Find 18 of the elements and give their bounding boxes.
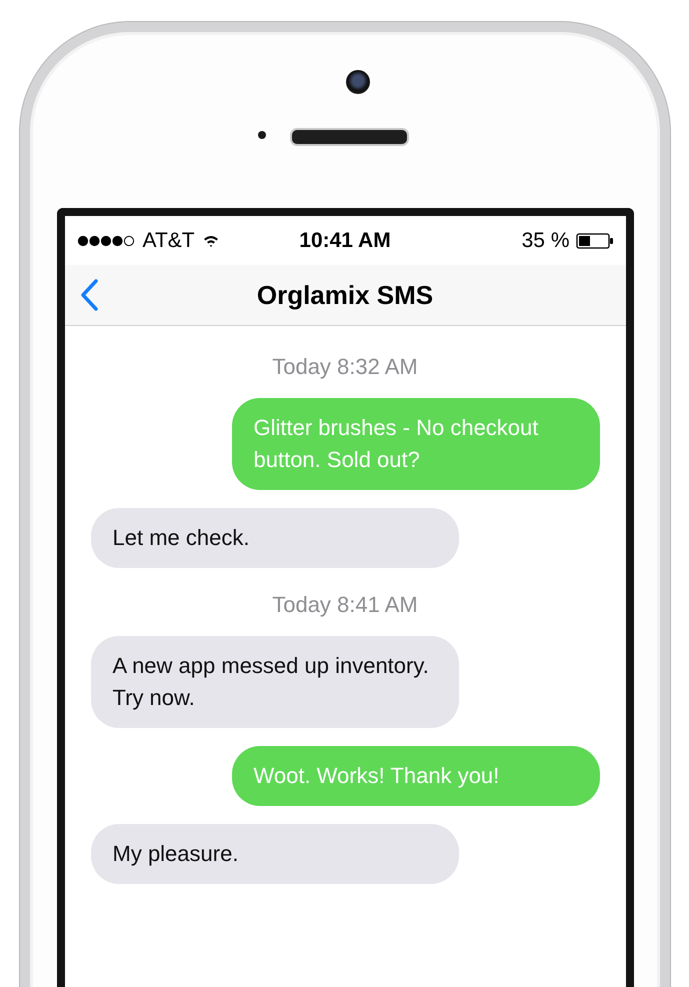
received-message-bubble: Let me check.: [90, 508, 458, 568]
received-message-bubble: My pleasure.: [90, 824, 458, 884]
received-message-bubble: A new app messed up inventory. Try now.: [90, 636, 458, 728]
sent-message-bubble: Glitter brushes - No checkout button. Sold out?: [232, 398, 600, 490]
message-timestamp: Today 8:32 AM: [272, 354, 418, 380]
conversation-title: Orglamix SMS: [256, 280, 434, 310]
battery-icon: [576, 232, 614, 248]
wifi-icon: [202, 234, 219, 246]
sent-message-bubble: Woot. Works! Thank you!: [232, 746, 600, 806]
carrier-name: AT&T: [142, 228, 195, 252]
signal-icon: [76, 234, 134, 246]
proximity-sensor: [258, 131, 266, 139]
clock-time: 10:41 AM: [299, 228, 391, 252]
front-camera: [346, 70, 370, 94]
back-button[interactable]: [78, 279, 98, 311]
message-timestamp: Today 8:41 AM: [272, 592, 418, 618]
battery-percent: 35 %: [522, 228, 570, 252]
chevron-left-icon: [78, 279, 98, 311]
